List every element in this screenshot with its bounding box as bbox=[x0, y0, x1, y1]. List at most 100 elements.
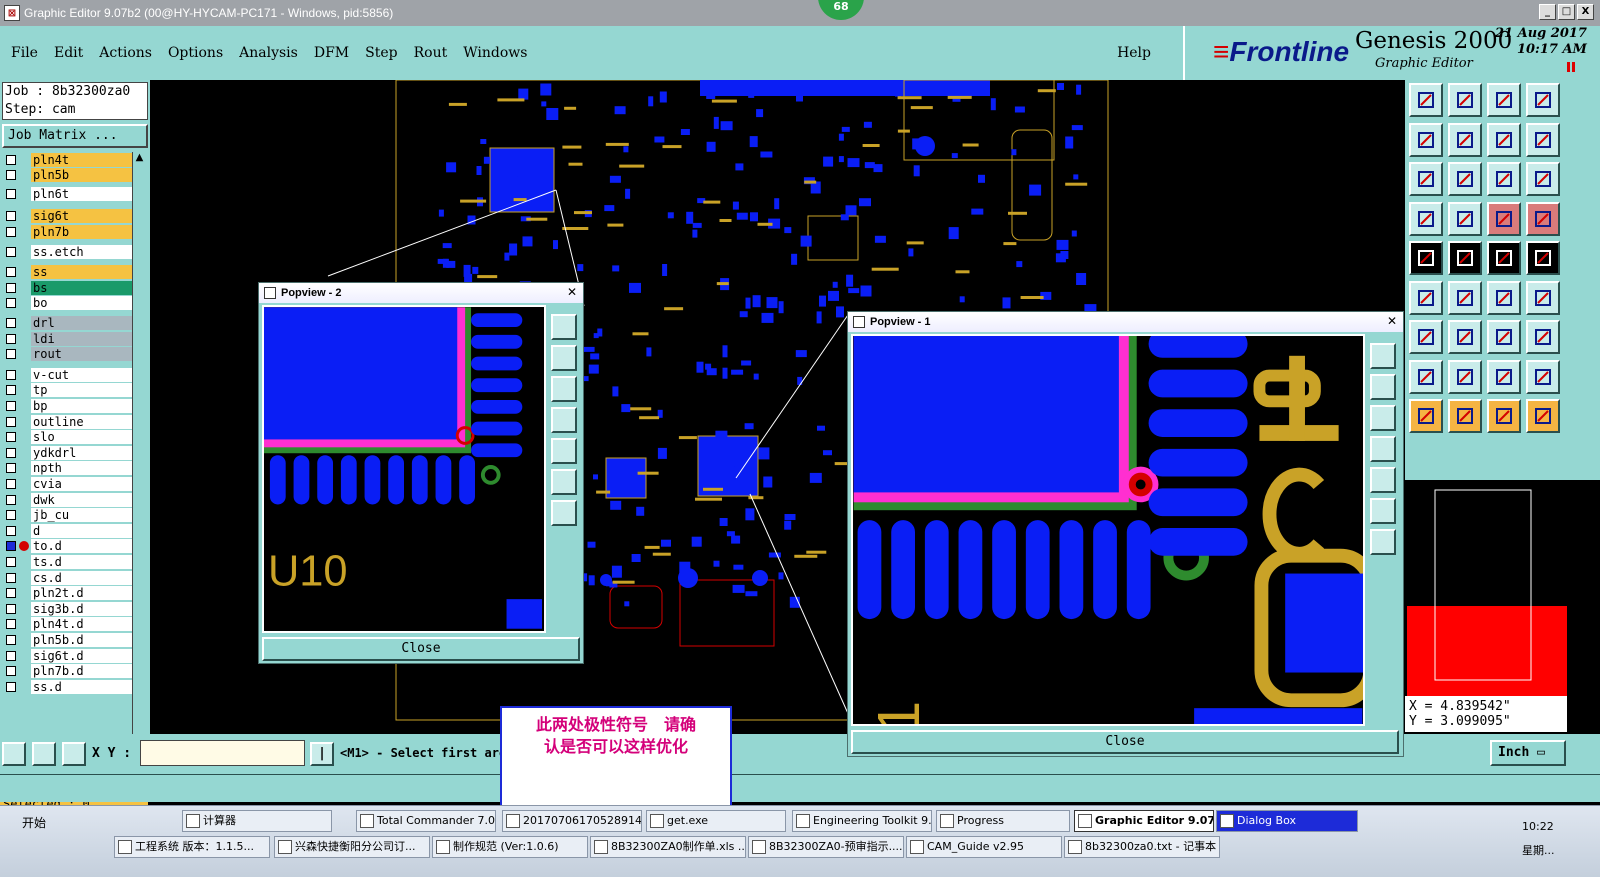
mirror-tool-4-icon[interactable] bbox=[1526, 241, 1560, 275]
copy-tool-3-icon[interactable] bbox=[1487, 122, 1521, 157]
minimize-button[interactable]: _ bbox=[1539, 4, 1556, 20]
layer-row[interactable]: ss.d bbox=[2, 679, 132, 694]
taskbar-item[interactable]: 工程系统 版本：1.1.5... bbox=[114, 836, 270, 858]
pv2-pan-down-icon[interactable] bbox=[551, 376, 577, 402]
zoom-tool-3-icon[interactable] bbox=[1487, 320, 1521, 354]
align-tool-3-icon[interactable] bbox=[1487, 280, 1521, 315]
layer-row[interactable]: v-cut bbox=[2, 367, 132, 382]
taskbar-item[interactable]: Dialog Box bbox=[1216, 810, 1358, 832]
pv1-center-icon[interactable] bbox=[1370, 529, 1396, 555]
layer-row[interactable]: outline bbox=[2, 414, 132, 429]
menu-rout[interactable]: Rout bbox=[414, 45, 448, 61]
menu-file[interactable]: File bbox=[11, 45, 38, 61]
layer-row[interactable]: sig6t.d bbox=[2, 648, 132, 663]
taskbar-item[interactable]: 计算器 bbox=[182, 810, 332, 832]
layer-checkbox[interactable] bbox=[6, 463, 16, 474]
layer-checkbox[interactable] bbox=[6, 603, 16, 614]
layer-row[interactable]: jb_cu bbox=[2, 508, 132, 523]
taskbar-item[interactable]: Graphic Editor 9.07... bbox=[1074, 810, 1214, 832]
menu-help[interactable]: Help bbox=[1117, 45, 1151, 61]
layer-row[interactable]: sig3b.d bbox=[2, 601, 132, 616]
layer-row[interactable]: pln2t.d bbox=[2, 586, 132, 601]
layer-checkbox[interactable] bbox=[6, 572, 16, 583]
taskbar-item[interactable]: 8B32300ZA0制作单.xls ... bbox=[590, 836, 746, 858]
taskbar-item[interactable]: CAM_Guide v2.95 bbox=[906, 836, 1062, 858]
overview-map[interactable] bbox=[1407, 482, 1567, 696]
layer-checkbox[interactable] bbox=[6, 650, 16, 661]
taskbar-item[interactable]: 8B32300ZA0-预审指示.... bbox=[748, 836, 904, 858]
mirror-tool-1-icon[interactable] bbox=[1409, 241, 1443, 275]
rotate-tool-3-icon[interactable] bbox=[1487, 201, 1521, 236]
layer-checkbox[interactable] bbox=[6, 369, 16, 380]
layer-checkbox[interactable] bbox=[6, 298, 16, 309]
taskbar-item[interactable]: 兴森快捷衡阳分公司订... bbox=[274, 836, 430, 858]
layer-checkbox[interactable] bbox=[6, 211, 16, 222]
pv2-zoom-icon[interactable] bbox=[551, 314, 577, 340]
rotate-tool-1-icon[interactable] bbox=[1409, 201, 1443, 236]
snap-icon[interactable] bbox=[2, 742, 26, 766]
mirror-tool-3-icon[interactable] bbox=[1487, 241, 1521, 275]
layer-checkbox[interactable] bbox=[6, 619, 16, 630]
layer-checkbox[interactable] bbox=[6, 267, 16, 278]
pv1-fit-icon[interactable] bbox=[1370, 498, 1396, 524]
scroll-up-icon[interactable]: ▲ bbox=[133, 152, 146, 163]
layer-checkbox[interactable] bbox=[6, 447, 16, 458]
rotate-tool-4-icon[interactable] bbox=[1526, 201, 1560, 236]
taskbar-item[interactable]: Engineering Toolkit 9.... bbox=[792, 810, 932, 832]
pv2-pan-right-icon[interactable] bbox=[551, 438, 577, 464]
taskbar-item[interactable]: Total Commander 7.0... bbox=[356, 810, 496, 832]
layer-row[interactable]: slo bbox=[2, 430, 132, 445]
popview-2-titlebar[interactable]: Popview - 2 ✕ bbox=[259, 283, 583, 303]
popview-1-close-icon[interactable]: ✕ bbox=[1385, 314, 1399, 328]
taskbar-item[interactable]: 20170706170528914... bbox=[502, 810, 642, 832]
pv1-pan-down-icon[interactable] bbox=[1370, 405, 1396, 431]
grid-tool-3-icon[interactable] bbox=[1487, 359, 1521, 394]
popview-2-canvas[interactable]: U10 bbox=[262, 305, 546, 633]
layer-checkbox[interactable] bbox=[6, 170, 16, 181]
layer-checkbox[interactable] bbox=[6, 226, 16, 237]
move-tool-1-icon[interactable] bbox=[1409, 83, 1443, 117]
measure-tool-4-icon[interactable] bbox=[1526, 399, 1560, 433]
layer-row[interactable]: rout bbox=[2, 347, 132, 362]
measure-tool-1-icon[interactable] bbox=[1409, 399, 1443, 433]
layer-checkbox[interactable] bbox=[6, 282, 16, 293]
copy-tool-4-icon[interactable] bbox=[1526, 122, 1560, 157]
resize-tool-4-icon[interactable] bbox=[1526, 162, 1560, 196]
popview-2-close-button[interactable]: Close bbox=[262, 637, 580, 661]
mirror-tool-2-icon[interactable] bbox=[1448, 241, 1482, 275]
layer-row[interactable]: bo bbox=[2, 296, 132, 311]
layer-row[interactable]: pln6t bbox=[2, 186, 132, 201]
menu-windows[interactable]: Windows bbox=[463, 45, 527, 61]
layer-checkbox[interactable] bbox=[6, 432, 16, 443]
pv2-pan-up-icon[interactable] bbox=[551, 345, 577, 371]
layer-checkbox[interactable] bbox=[6, 188, 16, 199]
layer-checkbox[interactable] bbox=[6, 541, 16, 552]
layer-row[interactable]: cs.d bbox=[2, 570, 132, 585]
zoom-tool-2-icon[interactable] bbox=[1448, 320, 1482, 354]
zoom-tool-1-icon[interactable] bbox=[1409, 320, 1443, 354]
move-tool-3-icon[interactable] bbox=[1487, 83, 1521, 117]
layer-row[interactable]: ts.d bbox=[2, 554, 132, 569]
job-matrix-button[interactable]: Job Matrix ... bbox=[2, 124, 148, 148]
layer-checkbox[interactable] bbox=[6, 478, 16, 489]
pv1-zoom-icon[interactable] bbox=[1370, 343, 1396, 369]
unit-selector[interactable]: Inch ▭ bbox=[1490, 740, 1566, 766]
align-tool-4-icon[interactable] bbox=[1526, 280, 1560, 315]
layer-checkbox[interactable] bbox=[6, 154, 16, 165]
layer-row[interactable]: pln7b bbox=[2, 224, 132, 239]
align-tool-1-icon[interactable] bbox=[1409, 280, 1443, 315]
layer-checkbox[interactable] bbox=[6, 494, 16, 505]
layer-row[interactable]: ldi bbox=[2, 331, 132, 346]
layer-checkbox[interactable] bbox=[6, 525, 16, 536]
layer-row[interactable]: pln5b bbox=[2, 168, 132, 183]
layer-checkbox[interactable] bbox=[6, 510, 16, 521]
popview-1-titlebar[interactable]: Popview - 1 ✕ bbox=[848, 312, 1403, 332]
layer-row[interactable]: drl bbox=[2, 315, 132, 330]
layer-row[interactable]: pln4t bbox=[2, 152, 132, 167]
layer-row[interactable]: d bbox=[2, 523, 132, 538]
layer-row[interactable]: pln4t.d bbox=[2, 617, 132, 632]
layer-row[interactable]: ydkdrl bbox=[2, 445, 132, 460]
copy-tool-1-icon[interactable] bbox=[1409, 122, 1443, 157]
move-tool-4-icon[interactable] bbox=[1526, 83, 1560, 117]
layer-checkbox[interactable] bbox=[6, 588, 16, 599]
